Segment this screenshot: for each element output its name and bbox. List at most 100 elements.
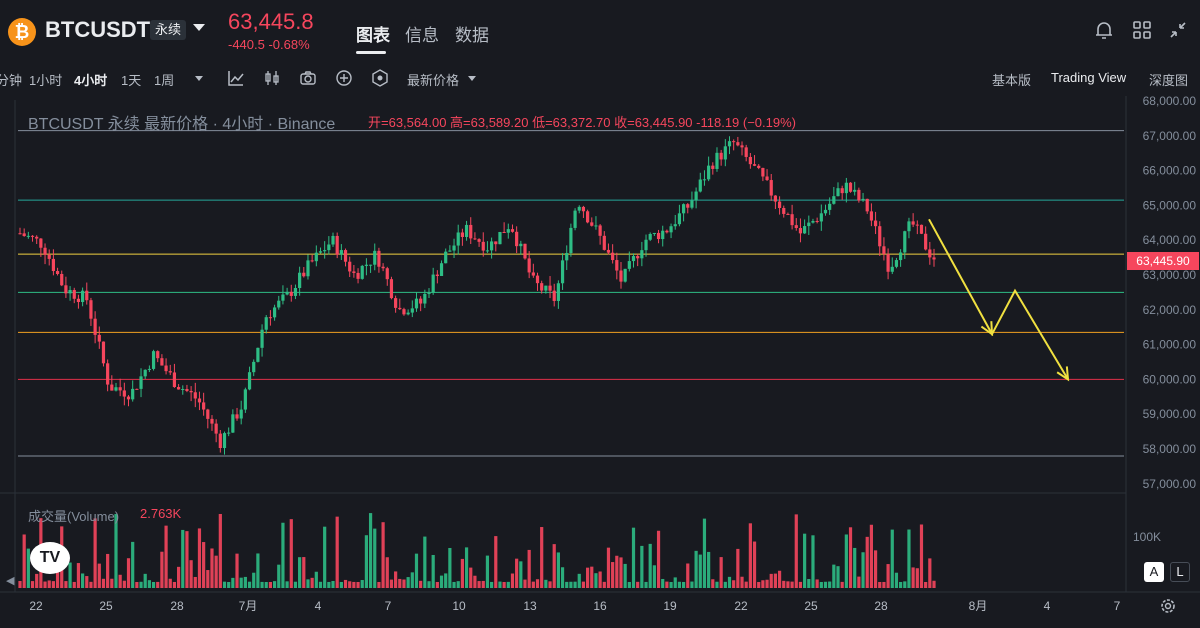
camera-icon[interactable] xyxy=(298,68,318,88)
x-axis-tick-label: 7月 xyxy=(239,599,258,613)
candle-body xyxy=(790,214,794,226)
collapse-icon[interactable] xyxy=(1166,18,1190,42)
volume-bar xyxy=(18,580,22,588)
y-axis-tick-label: 68,000.00 xyxy=(1143,96,1197,108)
volume-bar xyxy=(423,536,427,588)
candle-body xyxy=(356,272,360,279)
price-chart[interactable]: 68,000.00 67,000.00 66,000.00 65,000.00 64,0… xyxy=(0,96,1200,628)
symbol-name[interactable]: BTCUSDT xyxy=(45,17,150,43)
volume-bar xyxy=(35,573,39,588)
candle-body xyxy=(569,227,573,254)
x-axis-tick-label: 8月 xyxy=(969,599,988,613)
candle-body xyxy=(669,226,673,233)
volume-bar xyxy=(410,572,414,588)
candle-body xyxy=(611,252,615,261)
grid-icon[interactable] xyxy=(1130,18,1154,42)
candle-body xyxy=(89,300,93,319)
volume-bar xyxy=(748,523,752,588)
candle-body xyxy=(757,165,761,168)
volume-bar xyxy=(744,581,748,588)
settings-icon[interactable] xyxy=(370,68,390,88)
interval-minute[interactable]: 分钟 xyxy=(0,70,22,89)
interval-1w[interactable]: 1周 xyxy=(154,70,174,89)
add-icon[interactable] xyxy=(334,68,354,88)
volume-bar xyxy=(106,553,110,588)
volume-bar xyxy=(277,564,281,588)
volume-bar xyxy=(339,581,343,588)
candle-body xyxy=(55,271,60,274)
bell-icon[interactable] xyxy=(1092,18,1116,42)
tab-data[interactable]: 数据 xyxy=(455,21,489,46)
interval-1h[interactable]: 1小时 xyxy=(29,70,62,89)
volume-bar xyxy=(469,567,473,588)
candle-body xyxy=(903,231,907,253)
volume-bar xyxy=(928,558,932,588)
chart-legend-title: BTCUSDT 永续 最新价格 · 4小时 · Binance xyxy=(28,116,336,133)
auto-scale-button[interactable]: A xyxy=(1144,562,1164,582)
volume-bar xyxy=(394,571,398,588)
candle-body xyxy=(740,145,744,148)
log-scale-button[interactable]: L xyxy=(1170,562,1190,582)
volume-bar xyxy=(873,550,878,588)
candle-body xyxy=(423,293,427,304)
candle-body xyxy=(101,341,106,364)
view-basic[interactable]: 基本版 xyxy=(992,70,1031,89)
volume-bar xyxy=(590,566,594,588)
chevron-down-icon[interactable] xyxy=(189,68,209,88)
volume-bar xyxy=(381,522,385,588)
candle-body xyxy=(106,363,110,385)
price-type-selector[interactable]: 最新价格 xyxy=(407,70,459,89)
volume-bar xyxy=(869,524,873,588)
candle-body xyxy=(231,414,235,433)
candle-body xyxy=(853,189,857,192)
volume-bar xyxy=(210,548,214,588)
candle-body xyxy=(22,233,26,237)
candle-body xyxy=(823,209,828,214)
y-axis-tick-label: 59,000.00 xyxy=(1143,407,1197,421)
interval-1d[interactable]: 1天 xyxy=(121,70,141,89)
candle-body xyxy=(535,275,540,284)
candle-type-icon[interactable] xyxy=(262,68,282,88)
gear-icon[interactable] xyxy=(1158,596,1178,616)
volume-bar xyxy=(531,581,535,588)
candle-body xyxy=(302,272,306,277)
candle-body xyxy=(707,165,711,180)
candle-body xyxy=(681,204,686,214)
candle-body xyxy=(214,423,218,434)
y-axis-tick-label: 60,000.00 xyxy=(1143,372,1197,386)
top-header: ₿ BTCUSDT 永续 63,445.8 -440.5 -0.68% 图表 信… xyxy=(0,0,1200,62)
y-axis-tick-label: 64,000.00 xyxy=(1143,233,1197,247)
candle-body xyxy=(686,204,690,208)
candle-body xyxy=(364,264,369,266)
interval-4h[interactable]: 4小时 xyxy=(74,70,107,89)
candle-body xyxy=(715,152,719,169)
symbol-dropdown-icon[interactable] xyxy=(193,24,205,31)
candle-body xyxy=(915,224,919,226)
volume-bar xyxy=(786,581,790,588)
volume-bar xyxy=(732,580,736,588)
volume-bar xyxy=(168,578,172,588)
price-type-chevron-icon[interactable] xyxy=(462,68,482,88)
candle-body xyxy=(506,229,510,233)
volume-bar xyxy=(669,582,673,588)
volume-bar xyxy=(335,516,339,588)
chart-toolbar: 分钟 1小时 4小时 1天 1周 最新价格 基本版 Trading View 深… xyxy=(0,62,1200,96)
volume-bar xyxy=(836,566,840,588)
chart-background xyxy=(0,96,1200,628)
tab-info[interactable]: 信息 xyxy=(405,21,439,46)
candle-body xyxy=(444,251,448,264)
indicator-icon[interactable] xyxy=(226,68,246,88)
volume-bar xyxy=(623,563,627,588)
tab-chart[interactable]: 图表 xyxy=(356,21,390,46)
volume-bar xyxy=(727,576,732,588)
candle-body xyxy=(623,268,627,282)
scroll-left-icon[interactable]: ◀ xyxy=(6,574,14,587)
volume-bar xyxy=(853,547,857,588)
candle-body xyxy=(160,358,164,366)
candle-body xyxy=(765,176,769,181)
view-tradingview[interactable]: Trading View xyxy=(1051,70,1126,85)
candle-body xyxy=(502,231,506,233)
view-depth[interactable]: 深度图 xyxy=(1149,70,1188,89)
volume-bar xyxy=(435,581,439,588)
candle-body xyxy=(339,250,343,255)
